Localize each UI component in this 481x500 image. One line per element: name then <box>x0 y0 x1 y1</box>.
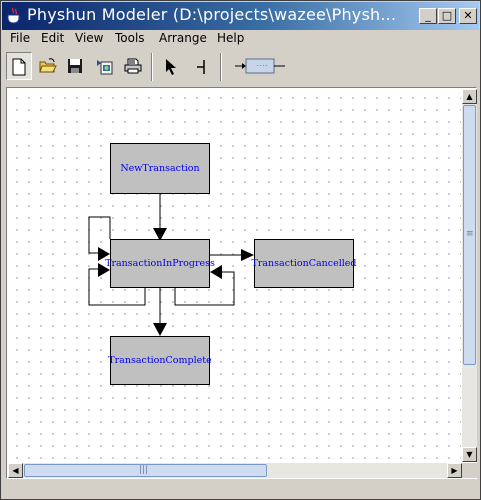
state-label: NewTransaction <box>120 163 200 174</box>
scroll-down-button[interactable]: ▼ <box>462 447 477 462</box>
vertical-scrollbar[interactable]: ▲ ≡ ▼ <box>462 89 477 462</box>
horizontal-scroll-thumb[interactable]: ||| <box>24 464 267 477</box>
export-button[interactable] <box>91 52 117 80</box>
state-node[interactable]: NewTransaction <box>110 143 210 194</box>
scroll-right-button[interactable]: ▶ <box>447 463 462 478</box>
transition-tool-icon <box>197 60 205 74</box>
menu-view[interactable]: View <box>75 31 103 47</box>
menu-edit[interactable]: Edit <box>41 31 64 47</box>
state-node[interactable]: TransactionCancelled <box>251 239 357 288</box>
state-label: TransactionInProgress <box>105 258 215 269</box>
transition-inprogress-self-loop-top[interactable] <box>88 216 111 261</box>
state-label: TransactionCancelled <box>251 258 357 269</box>
diagram-canvas[interactable]: NewTransaction TransactionInProgress Tra… <box>8 89 461 462</box>
state-tool-caption: ---- <box>256 63 269 69</box>
horizontal-scrollbar[interactable]: ◀ ||| ▶ <box>8 463 462 478</box>
menu-file[interactable]: File <box>10 31 30 47</box>
transition-new-to-inprogress[interactable] <box>153 194 167 241</box>
save-disk-icon <box>68 59 82 73</box>
open-button[interactable] <box>34 52 60 80</box>
diagram-canvas-frame: NewTransaction TransactionInProgress Tra… <box>6 87 477 479</box>
transitions-layer <box>88 194 254 336</box>
select-arrow-icon <box>166 59 176 75</box>
close-button[interactable]: ✕ <box>459 8 477 24</box>
title-bar[interactable]: Physhun Modeler (D:\projects\wazee\Physh… <box>2 2 479 30</box>
maximize-button[interactable]: □ <box>438 8 456 24</box>
minimize-button[interactable]: _ <box>419 8 437 24</box>
java-cup-icon <box>7 7 21 24</box>
transition-tool-button[interactable] <box>189 52 215 80</box>
vertical-scroll-thumb[interactable]: ≡ <box>463 105 476 365</box>
transition-inprogress-to-cancelled[interactable] <box>210 249 254 261</box>
horizontal-grip-icon: ||| <box>139 465 149 475</box>
app-window: Physhun Modeler (D:\projects\wazee\Physh… <box>0 0 481 500</box>
window-title: Physhun Modeler (D:\projects\wazee\Physh… <box>27 5 397 24</box>
menu-arrange[interactable]: Arrange <box>159 31 207 47</box>
scroll-left-button[interactable]: ◀ <box>8 463 23 478</box>
select-tool-button[interactable] <box>159 52 185 80</box>
save-button[interactable] <box>62 52 88 80</box>
menu-tools[interactable]: Tools <box>115 31 145 47</box>
scroll-corner <box>462 463 477 478</box>
print-button[interactable] <box>119 52 145 80</box>
state-tool-button[interactable]: ---- <box>230 52 290 80</box>
toolbar-separator <box>151 53 153 81</box>
state-label: TransactionComplete <box>108 355 212 366</box>
open-folder-icon <box>39 58 57 73</box>
export-image-icon <box>97 60 113 75</box>
toolbar: ---- <box>2 49 479 85</box>
vertical-grip-icon: ≡ <box>466 229 474 239</box>
toolbar-separator <box>220 53 222 81</box>
print-icon <box>124 58 142 74</box>
state-node[interactable]: TransactionComplete <box>108 336 212 385</box>
menu-bar: File Edit View Tools Arrange Help <box>2 30 479 48</box>
new-document-icon <box>12 58 26 76</box>
menu-help[interactable]: Help <box>217 31 244 47</box>
scroll-up-button[interactable]: ▲ <box>462 89 477 104</box>
new-button[interactable] <box>6 52 32 80</box>
state-node[interactable]: TransactionInProgress <box>105 239 215 288</box>
transition-inprogress-to-complete[interactable] <box>153 288 167 336</box>
